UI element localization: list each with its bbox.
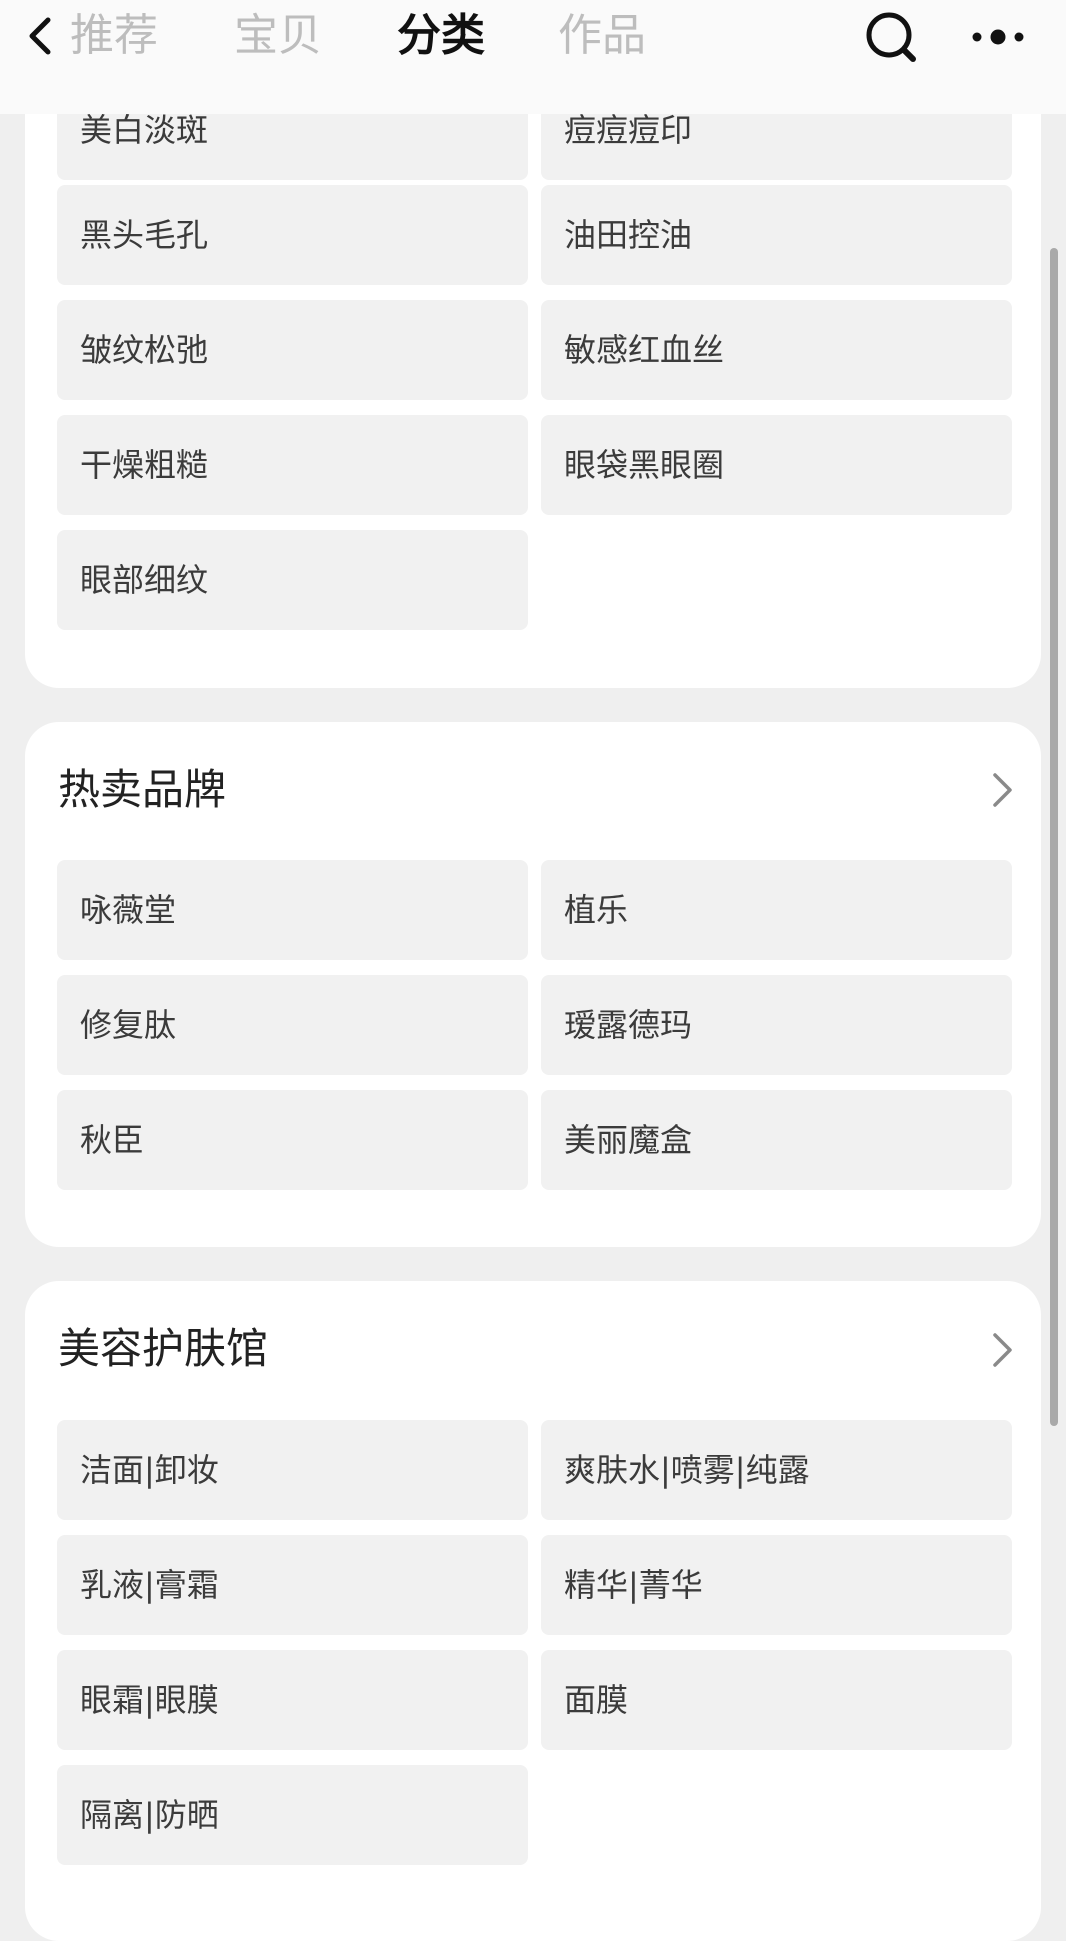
brand-item[interactable]: 瑷露德玛 — [541, 975, 1012, 1075]
beauty-hall-card: 美容护肤馆 洁面|卸妆 爽肤水|喷雾|纯露 乳液|膏霜 精华|菁华 眼霜|眼膜 … — [25, 1281, 1041, 1941]
section-title[interactable]: 热卖品牌 — [58, 762, 226, 818]
search-icon — [866, 12, 916, 62]
category-item[interactable]: 隔离|防晒 — [57, 1765, 528, 1865]
tab-works[interactable]: 作品 — [558, 8, 646, 64]
section-title[interactable]: 美容护肤馆 — [58, 1321, 268, 1377]
category-item[interactable]: 油田控油 — [541, 185, 1012, 285]
brand-item[interactable]: 秋臣 — [57, 1090, 528, 1190]
category-item[interactable]: 面膜 — [541, 1650, 1012, 1750]
category-item[interactable]: 黑头毛孔 — [57, 185, 528, 285]
brand-item[interactable]: 修复肽 — [57, 975, 528, 1075]
skin-concerns-card: 美白淡斑 痘痘痘印 黑头毛孔 油田控油 皱纹松弛 敏感红血丝 干燥粗糙 眼袋黑眼… — [25, 60, 1041, 688]
category-item[interactable]: 皱纹松弛 — [57, 300, 528, 400]
category-item[interactable]: 眼部细纹 — [57, 530, 528, 630]
search-button[interactable] — [862, 8, 920, 66]
category-item[interactable]: 干燥粗糙 — [57, 415, 528, 515]
category-item[interactable]: 眼霜|眼膜 — [57, 1650, 528, 1750]
back-button[interactable] — [22, 12, 66, 60]
category-item[interactable]: 敏感红血丝 — [541, 300, 1012, 400]
tab-category[interactable]: 分类 — [397, 8, 485, 64]
category-item[interactable]: 精华|菁华 — [541, 1535, 1012, 1635]
category-item[interactable]: 爽肤水|喷雾|纯露 — [541, 1420, 1012, 1520]
more-button[interactable] — [968, 16, 1058, 58]
scrollbar-thumb[interactable] — [1050, 248, 1058, 1426]
more-dots-icon — [972, 29, 1024, 45]
category-item[interactable]: 乳液|膏霜 — [57, 1535, 528, 1635]
tab-items[interactable]: 宝贝 — [234, 8, 322, 64]
tab-recommend[interactable]: 推荐 — [70, 8, 158, 64]
brand-item[interactable]: 咏薇堂 — [57, 860, 528, 960]
category-item[interactable]: 洁面|卸妆 — [57, 1420, 528, 1520]
chevron-left-icon — [29, 17, 51, 55]
top-nav-bar: 推荐 宝贝 分类 作品 — [0, 0, 1066, 114]
brand-item[interactable]: 植乐 — [541, 860, 1012, 960]
category-item[interactable]: 眼袋黑眼圈 — [541, 415, 1012, 515]
hot-brands-card: 热卖品牌 咏薇堂 植乐 修复肽 瑷露德玛 秋臣 美丽魔盒 — [25, 722, 1041, 1247]
chevron-right-icon[interactable] — [989, 1330, 1017, 1370]
chevron-right-icon[interactable] — [989, 770, 1017, 810]
brand-item[interactable]: 美丽魔盒 — [541, 1090, 1012, 1190]
